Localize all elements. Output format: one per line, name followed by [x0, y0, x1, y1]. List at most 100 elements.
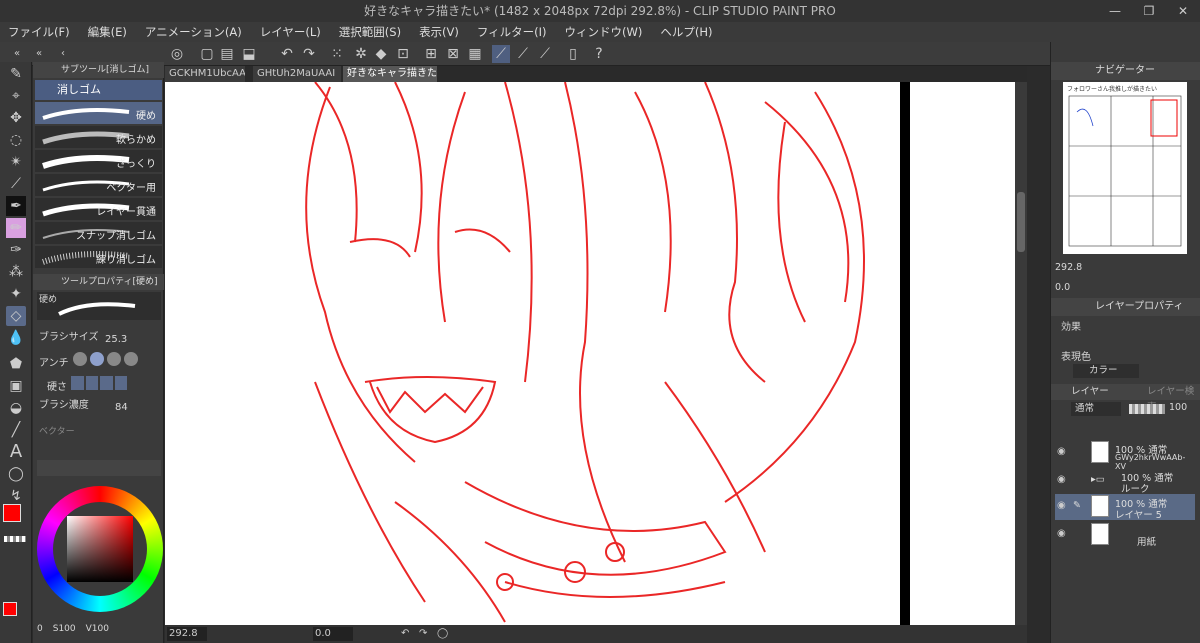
blend-icon[interactable]: 💧 — [6, 328, 26, 348]
eye-icon[interactable]: ◉ — [1057, 474, 1066, 485]
hardness-slider[interactable] — [71, 376, 127, 390]
text-icon[interactable]: A — [6, 442, 26, 462]
tab-doc-3[interactable]: 好きなキャラ描きたい* — [343, 66, 437, 82]
eraser-icon[interactable]: ◇ — [6, 306, 26, 326]
eye-icon[interactable]: ◉ — [1057, 446, 1066, 457]
sv-square[interactable] — [67, 516, 133, 582]
move-icon[interactable]: ✥ — [6, 108, 26, 128]
undo-icon[interactable]: ↶ — [278, 45, 296, 63]
magic-wand-icon[interactable]: ✴ — [6, 152, 26, 172]
pen-tool-icon[interactable]: ✒ — [6, 196, 26, 216]
canvas-paper[interactable] — [165, 82, 903, 625]
layer-item[interactable]: ◉ 100 % 通常 GWy2hkrWwAAb-XV — [1055, 440, 1195, 471]
navigator-zoom[interactable]: 292.8 — [1055, 262, 1082, 273]
save-icon[interactable]: ⬓ — [240, 45, 258, 63]
mini-main-color[interactable] — [3, 602, 17, 616]
snap-icon[interactable]: ⊞ — [422, 45, 440, 63]
navigator-thumbnail[interactable]: フォロワーさん我推しが描きたい — [1063, 82, 1187, 254]
menu-file[interactable]: ファイル(F) — [8, 24, 70, 40]
stabilizer-icon-2[interactable]: ⟋ — [514, 45, 532, 63]
operation-icon[interactable]: ⌖ — [6, 86, 26, 106]
brush-item-soft[interactable]: 軟らかめ — [35, 126, 162, 149]
brush-item-through-layer[interactable]: レイヤー貫通 — [35, 198, 162, 221]
collapse-left-icon-2[interactable]: « — [30, 45, 48, 63]
close-button[interactable]: ✕ — [1166, 0, 1200, 22]
brush-item-rough[interactable]: ざっくり — [35, 150, 162, 173]
menu-edit[interactable]: 編集(E) — [88, 24, 127, 40]
new-file-icon[interactable]: ▢ — [198, 45, 216, 63]
maximize-button[interactable]: ❐ — [1132, 0, 1166, 22]
canvas-area[interactable] — [165, 82, 1015, 625]
fill-icon[interactable]: ◆ — [372, 45, 390, 63]
clear-selection-icon[interactable]: ⁙ — [328, 45, 346, 63]
rotate-right-icon[interactable]: ↷ — [419, 625, 427, 643]
main-color-swatch[interactable] — [3, 504, 21, 522]
balloon-icon[interactable]: ◯ — [6, 464, 26, 484]
aa-strong-button[interactable] — [124, 352, 138, 366]
navigator-rotate[interactable]: 0.0 — [1055, 282, 1070, 293]
opacity-value[interactable]: 100 — [1169, 402, 1187, 413]
brush-icon[interactable]: ✑ — [6, 240, 26, 260]
stabilizer-icon-3[interactable]: ⟋ — [536, 45, 554, 63]
reset-rotate-icon[interactable]: ◯ — [437, 625, 448, 643]
scroll-thumb[interactable] — [1017, 192, 1025, 252]
brush-item-snap-eraser[interactable]: スナップ消しゴム — [35, 222, 162, 245]
minimize-button[interactable]: — — [1098, 0, 1132, 22]
aa-none-button[interactable] — [73, 352, 87, 366]
layer-item-selected[interactable]: ◉ ✎ 100 % 通常 レイヤー 5 — [1055, 494, 1195, 521]
eye-icon[interactable]: ◉ — [1057, 500, 1066, 511]
color-wheel[interactable] — [37, 486, 163, 612]
airbrush-icon[interactable]: ⁂ — [6, 262, 26, 282]
express-color-select[interactable]: カラー — [1073, 364, 1139, 378]
menu-animation[interactable]: アニメーション(A) — [145, 24, 242, 40]
brush-item-kneaded-eraser[interactable]: 練り消しゴム — [35, 246, 162, 269]
opacity-slider[interactable] — [1129, 404, 1165, 414]
fill-bucket-icon[interactable]: ⬟ — [6, 354, 26, 374]
chevron-left-icon[interactable]: ‹ — [54, 45, 72, 63]
frame-icon[interactable]: ╱ — [6, 420, 26, 440]
transparent-color-swatch[interactable] — [4, 536, 26, 542]
invert-selection-icon[interactable]: ✲ — [352, 45, 370, 63]
help-icon[interactable]: ? — [590, 45, 608, 63]
figure-icon[interactable]: ◒ — [6, 398, 26, 418]
correct-line-icon[interactable]: ↯ — [6, 486, 26, 506]
transform-icon[interactable]: ⊡ — [394, 45, 412, 63]
eyedropper-icon[interactable]: ⟋ — [6, 174, 26, 194]
redo-icon[interactable]: ↷ — [300, 45, 318, 63]
menu-filter[interactable]: フィルター(I) — [477, 24, 547, 40]
subtool-group-tab[interactable]: 消しゴム — [35, 80, 162, 100]
vertical-scrollbar[interactable] — [1015, 82, 1027, 625]
menu-selection[interactable]: 選択範囲(S) — [339, 24, 401, 40]
aa-mid-button[interactable] — [107, 352, 121, 366]
layer-paper[interactable]: ◉ 用紙 — [1055, 522, 1195, 548]
decoration-icon[interactable]: ✦ — [6, 284, 26, 304]
menu-view[interactable]: 表示(V) — [419, 24, 459, 40]
lasso-icon[interactable]: ◌ — [6, 130, 26, 150]
menu-layer[interactable]: レイヤー(L) — [260, 24, 321, 40]
collapse-left-icon[interactable]: « — [8, 45, 26, 63]
tab-doc-1[interactable]: GCKHM1UbcAAI — [165, 66, 245, 82]
clip-studio-icon[interactable]: ◎ — [168, 45, 186, 63]
grid-icon[interactable]: ▦ — [466, 45, 484, 63]
brush-size-value[interactable]: 25.3 — [105, 334, 127, 345]
zoom-readout[interactable]: 292.8 — [167, 627, 207, 641]
gradient-icon[interactable]: ▣ — [6, 376, 26, 396]
rotate-readout[interactable]: 0.0 — [313, 627, 353, 641]
menu-window[interactable]: ウィンドウ(W) — [565, 24, 643, 40]
smartphone-icon[interactable]: ▯ — [564, 45, 582, 63]
brush-item-hard[interactable]: 硬め — [35, 102, 162, 125]
menu-help[interactable]: ヘルプ(H) — [660, 24, 712, 40]
pencil-icon[interactable]: ✏ — [6, 218, 26, 238]
density-value[interactable]: 84 — [115, 402, 128, 413]
stabilizer-icon-1[interactable]: ⟋ — [492, 45, 510, 63]
aa-weak-button[interactable] — [90, 352, 104, 366]
tab-doc-2[interactable]: GHtUh2MaUAAI — [253, 66, 341, 82]
pen-icon[interactable]: ✎ — [6, 64, 26, 84]
rotate-left-icon[interactable]: ↶ — [401, 625, 409, 643]
layer-folder[interactable]: ◉ ▸▭ 100 % 通常 ルーク — [1055, 468, 1195, 495]
tab-layers[interactable]: レイヤー — [1071, 384, 1109, 400]
ruler-snap-icon[interactable]: ⊠ — [444, 45, 462, 63]
blend-mode-select[interactable]: 通常 — [1071, 402, 1121, 416]
brush-item-vector[interactable]: ベクター用 — [35, 174, 162, 197]
open-file-icon[interactable]: ▤ — [218, 45, 236, 63]
